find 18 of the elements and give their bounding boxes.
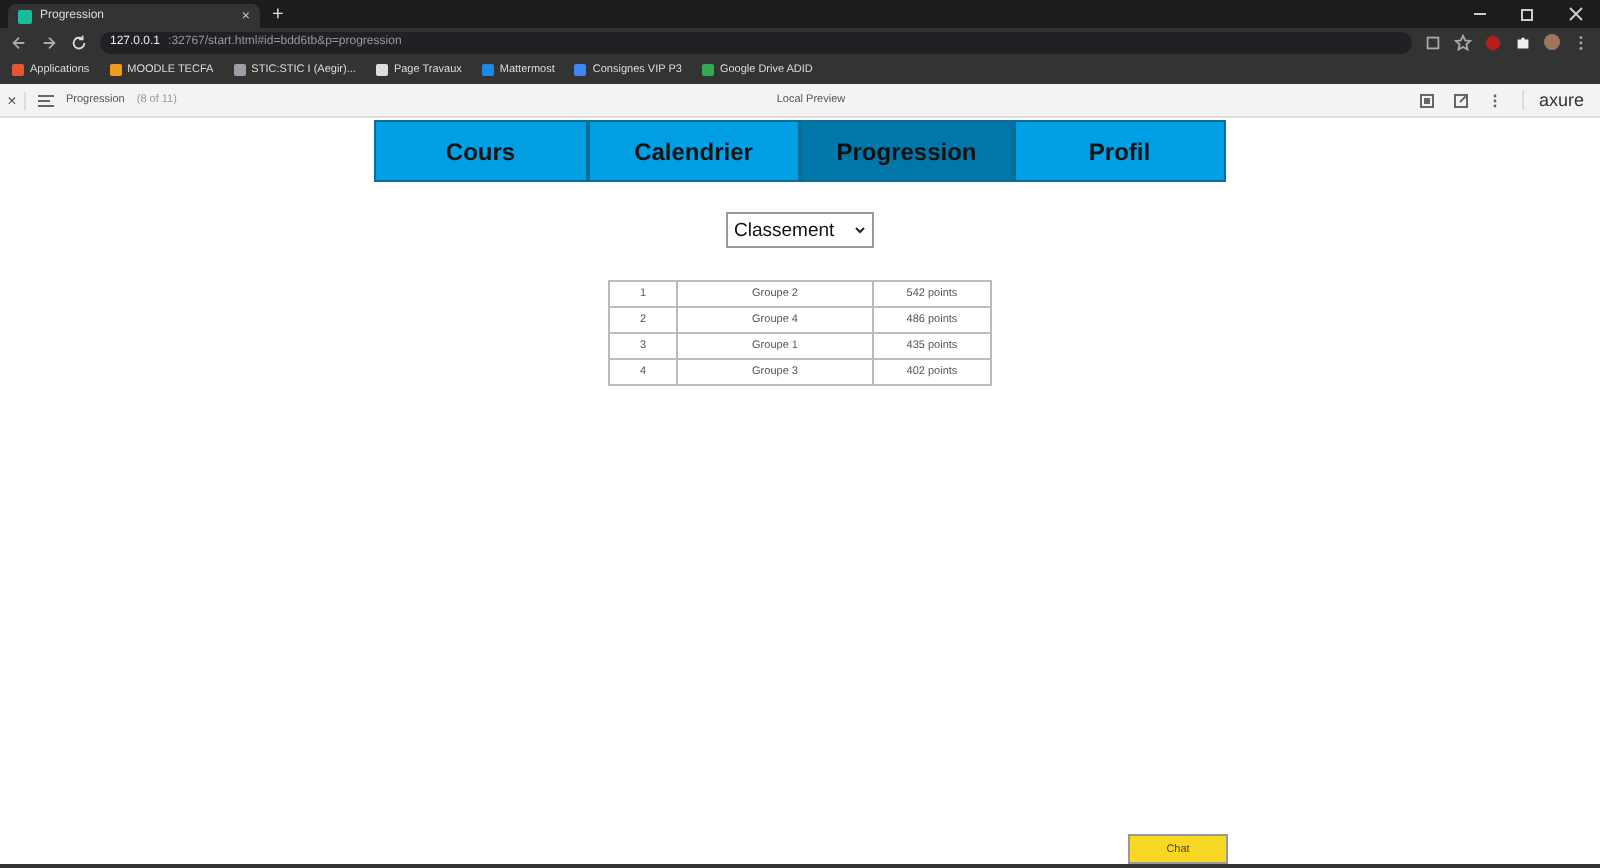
menu-icon[interactable] (38, 93, 54, 107)
ranking-dropdown[interactable]: Classement (726, 212, 874, 248)
caret-icon (854, 226, 866, 234)
favicon-icon (18, 9, 32, 23)
nav-tab[interactable]: Profil (1013, 120, 1226, 182)
nav-tab[interactable]: Cours (374, 120, 587, 182)
frame-icon[interactable] (1419, 93, 1433, 107)
back-icon[interactable] (10, 33, 28, 51)
nav-tab[interactable]: Progression (800, 120, 1013, 182)
close-button[interactable]: × (0, 91, 26, 109)
nav-tab[interactable]: Calendrier (587, 120, 800, 182)
reload-icon[interactable] (70, 33, 88, 51)
logo: axure (1521, 90, 1585, 110)
star-icon[interactable] (1454, 33, 1472, 51)
avatar-icon[interactable] (1544, 34, 1560, 50)
share-icon[interactable] (1453, 93, 1467, 107)
forward-icon[interactable] (40, 33, 58, 51)
new-tab-button[interactable]: + (272, 4, 284, 28)
